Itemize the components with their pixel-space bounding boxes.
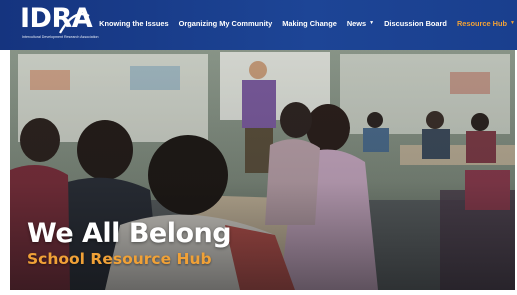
logo-subtitle: Intercultural Development Research Assoc… — [22, 35, 99, 39]
idra-logo[interactable]: IDRA Intercultural Development Research … — [20, 4, 99, 42]
nav-label: Making Change — [282, 19, 337, 28]
nav-label: Knowing the Issues — [99, 19, 169, 28]
nav-label: Discussion Board — [384, 19, 447, 28]
nav-knowing-the-issues[interactable]: Knowing the Issues — [99, 19, 168, 28]
hero-subheadline: School Resource Hub — [27, 250, 212, 268]
nav-organizing-my-community[interactable]: Organizing My Community — [179, 19, 273, 28]
main-menu: Knowing the Issues Organizing My Communi… — [99, 19, 515, 28]
chevron-down-icon: ▼ — [369, 20, 375, 26]
hero-banner: We All Belong School Resource Hub — [10, 50, 515, 290]
nav-label: Resource Hub — [456, 19, 508, 28]
top-navigation-bar: IDRA Intercultural Development Research … — [0, 0, 517, 50]
nav-making-change[interactable]: Making Change — [282, 19, 337, 28]
nav-resource-hub[interactable]: Resource Hub ▼ — [457, 19, 515, 28]
nav-label: Organizing My Community — [178, 19, 273, 28]
nav-news[interactable]: News ▼ — [347, 19, 374, 28]
hero-headline: We All Belong — [27, 218, 232, 249]
chevron-down-icon: ▼ — [510, 20, 515, 26]
page: IDRA Intercultural Development Research … — [0, 0, 517, 295]
logo-arc-icon — [59, 12, 90, 34]
nav-label: News — [346, 19, 367, 28]
nav-discussion-board[interactable]: Discussion Board — [384, 19, 447, 28]
